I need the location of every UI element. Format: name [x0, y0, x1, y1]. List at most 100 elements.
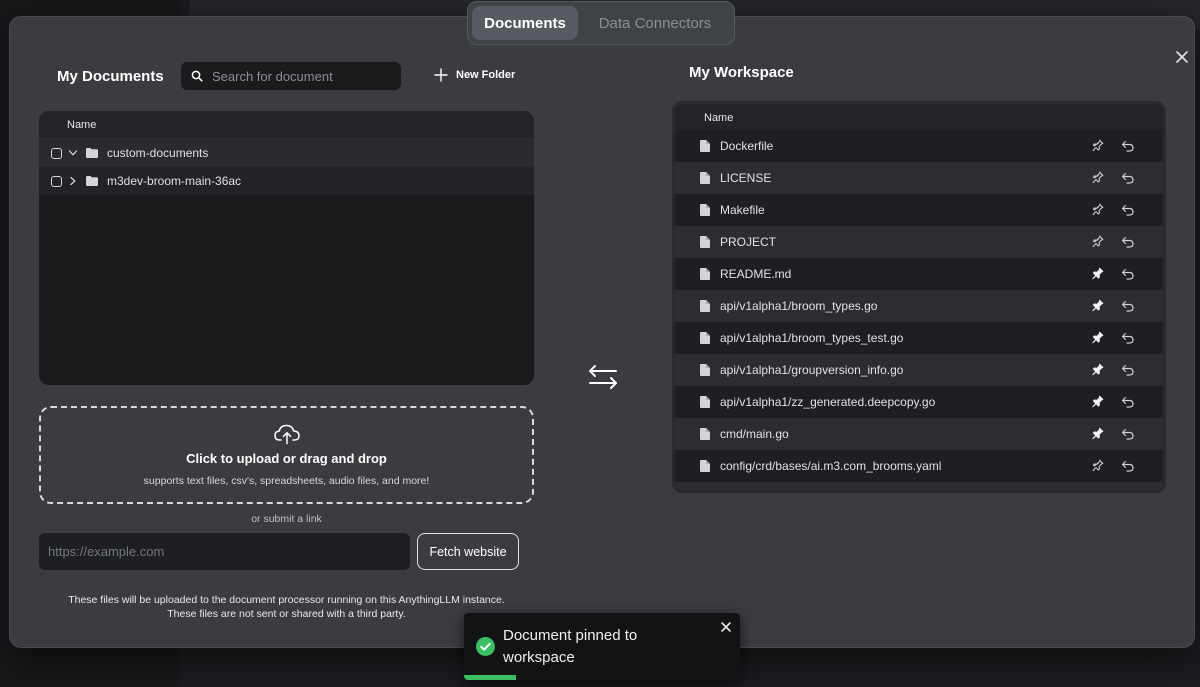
workspace-file-row[interactable]: api/v1alpha1/broom_types.go [675, 290, 1163, 322]
workspace-file-row-partial [675, 482, 1163, 490]
file-name: Dockerfile [720, 139, 774, 153]
file-icon [700, 460, 710, 472]
table-header: Name [675, 104, 1163, 133]
or-submit-link-text: or submit a link [251, 513, 322, 525]
document-search[interactable] [181, 62, 401, 90]
toast-message: Document pinned to workspace [503, 627, 638, 666]
search-icon [191, 70, 203, 82]
undo-icon[interactable] [1121, 364, 1134, 376]
pin-icon[interactable] [1091, 459, 1104, 472]
workspace-file-row[interactable]: api/v1alpha1/zz_generated.deepcopy.go [675, 386, 1163, 418]
pin-icon[interactable] [1091, 203, 1104, 216]
undo-icon[interactable] [1121, 300, 1134, 312]
file-icon [700, 172, 710, 184]
table-header: Name [39, 111, 534, 139]
file-icon [700, 204, 710, 216]
workspace-file-row[interactable]: Makefile [675, 194, 1163, 226]
undo-icon[interactable] [1121, 428, 1134, 440]
file-name: LICENSE [720, 171, 772, 185]
chevron-right-icon[interactable] [68, 176, 78, 186]
file-icon [700, 364, 710, 376]
pin-icon[interactable] [1091, 139, 1104, 152]
workspace-file-row[interactable]: api/v1alpha1/broom_types_test.go [675, 322, 1163, 354]
workspace-file-row[interactable]: api/v1alpha1/groupversion_info.go [675, 354, 1163, 386]
check-circle-icon [476, 637, 495, 656]
file-name: README.md [720, 267, 792, 281]
file-icon [700, 236, 710, 248]
column-name-header: Name [67, 118, 97, 131]
pin-icon[interactable] [1091, 171, 1104, 184]
workspace-file-row[interactable]: cmd/main.go [675, 418, 1163, 450]
undo-icon[interactable] [1121, 460, 1134, 472]
document-manager-modal: My Documents New Folder Name custom-docu… [9, 16, 1195, 648]
undo-icon[interactable] [1121, 332, 1134, 344]
file-icon [700, 140, 710, 152]
folder-name: m3dev-broom-main-36ac [107, 174, 242, 188]
new-folder-label: New Folder [456, 69, 516, 81]
swap-arrows-icon[interactable] [587, 361, 619, 393]
workspace-file-row[interactable]: PROJECT [675, 226, 1163, 258]
tab-data-connectors[interactable]: Data Connectors [580, 6, 730, 40]
folder-checkbox[interactable] [51, 147, 62, 159]
file-icon [700, 428, 710, 440]
pin-icon[interactable] [1091, 235, 1104, 248]
undo-icon[interactable] [1121, 140, 1134, 152]
file-icon [700, 396, 710, 408]
folder-checkbox[interactable] [51, 175, 62, 187]
file-name: cmd/main.go [720, 427, 789, 441]
upload-subtitle: supports text files, csv's, spreadsheets… [143, 475, 430, 487]
close-icon [1176, 51, 1188, 63]
tab-bar: Documents Data Connectors [467, 1, 735, 45]
file-name: api/v1alpha1/zz_generated.deepcopy.go [720, 395, 936, 409]
pin-icon[interactable] [1091, 331, 1104, 344]
close-icon[interactable] [719, 620, 733, 634]
undo-icon[interactable] [1121, 204, 1134, 216]
my-workspace-title: My Workspace [689, 64, 794, 81]
toast-progress-bar [464, 675, 517, 680]
tab-documents[interactable]: Documents [472, 6, 578, 40]
file-icon [700, 268, 710, 280]
fetch-website-button[interactable]: Fetch website [417, 533, 519, 570]
workspace-file-row[interactable]: Dockerfile [675, 130, 1163, 162]
cloud-upload-icon [273, 424, 300, 445]
file-name: PROJECT [720, 235, 777, 249]
column-name-header: Name [704, 112, 734, 124]
folder-icon [86, 148, 98, 158]
undo-icon[interactable] [1121, 172, 1134, 184]
search-input[interactable] [212, 68, 392, 84]
undo-icon[interactable] [1121, 268, 1134, 280]
pin-icon[interactable] [1091, 299, 1104, 312]
file-name: Makefile [720, 203, 765, 217]
file-name: config/crd/bases/ai.m3.com_brooms.yaml [720, 459, 942, 473]
folder-icon [86, 176, 98, 186]
upload-title: Click to upload or drag and drop [186, 451, 387, 466]
pin-icon[interactable] [1091, 395, 1104, 408]
workspace-file-row[interactable]: LICENSE [675, 162, 1163, 194]
folder-name: custom-documents [107, 146, 209, 160]
workspace-file-row[interactable]: config/crd/bases/ai.m3.com_brooms.yaml [675, 450, 1163, 482]
undo-icon[interactable] [1121, 236, 1134, 248]
privacy-note-line-1: These files will be uploaded to the docu… [68, 594, 505, 606]
close-modal-button[interactable] [1172, 47, 1192, 67]
pin-icon[interactable] [1091, 267, 1104, 280]
workspace-file-row[interactable]: README.md [675, 258, 1163, 290]
file-icon [700, 300, 710, 312]
upload-dropzone[interactable]: Click to upload or drag and drop support… [39, 406, 534, 504]
pin-icon[interactable] [1091, 427, 1104, 440]
toast-notification: Document pinned to workspace [464, 613, 740, 680]
file-icon [700, 332, 710, 344]
undo-icon[interactable] [1121, 396, 1134, 408]
file-name: api/v1alpha1/broom_types.go [720, 299, 878, 313]
chevron-down-icon[interactable] [68, 148, 78, 158]
pin-icon[interactable] [1091, 363, 1104, 376]
workspace-table: Name Dockerfile LICENSE Makefile PROJECT REA… [672, 101, 1166, 493]
folder-row[interactable]: m3dev-broom-main-36ac [39, 167, 534, 195]
url-input[interactable] [39, 533, 410, 570]
folder-row[interactable]: custom-documents [39, 139, 534, 167]
file-name: api/v1alpha1/broom_types_test.go [720, 331, 904, 345]
my-documents-table: Name custom-documents m3dev-broom-main-3… [39, 111, 534, 385]
privacy-note: These files will be uploaded to the docu… [39, 593, 534, 621]
my-documents-title: My Documents [57, 68, 164, 85]
workspace-file-list: Dockerfile LICENSE Makefile PROJECT README.m… [675, 130, 1163, 490]
new-folder-button[interactable]: New Folder [434, 68, 515, 82]
